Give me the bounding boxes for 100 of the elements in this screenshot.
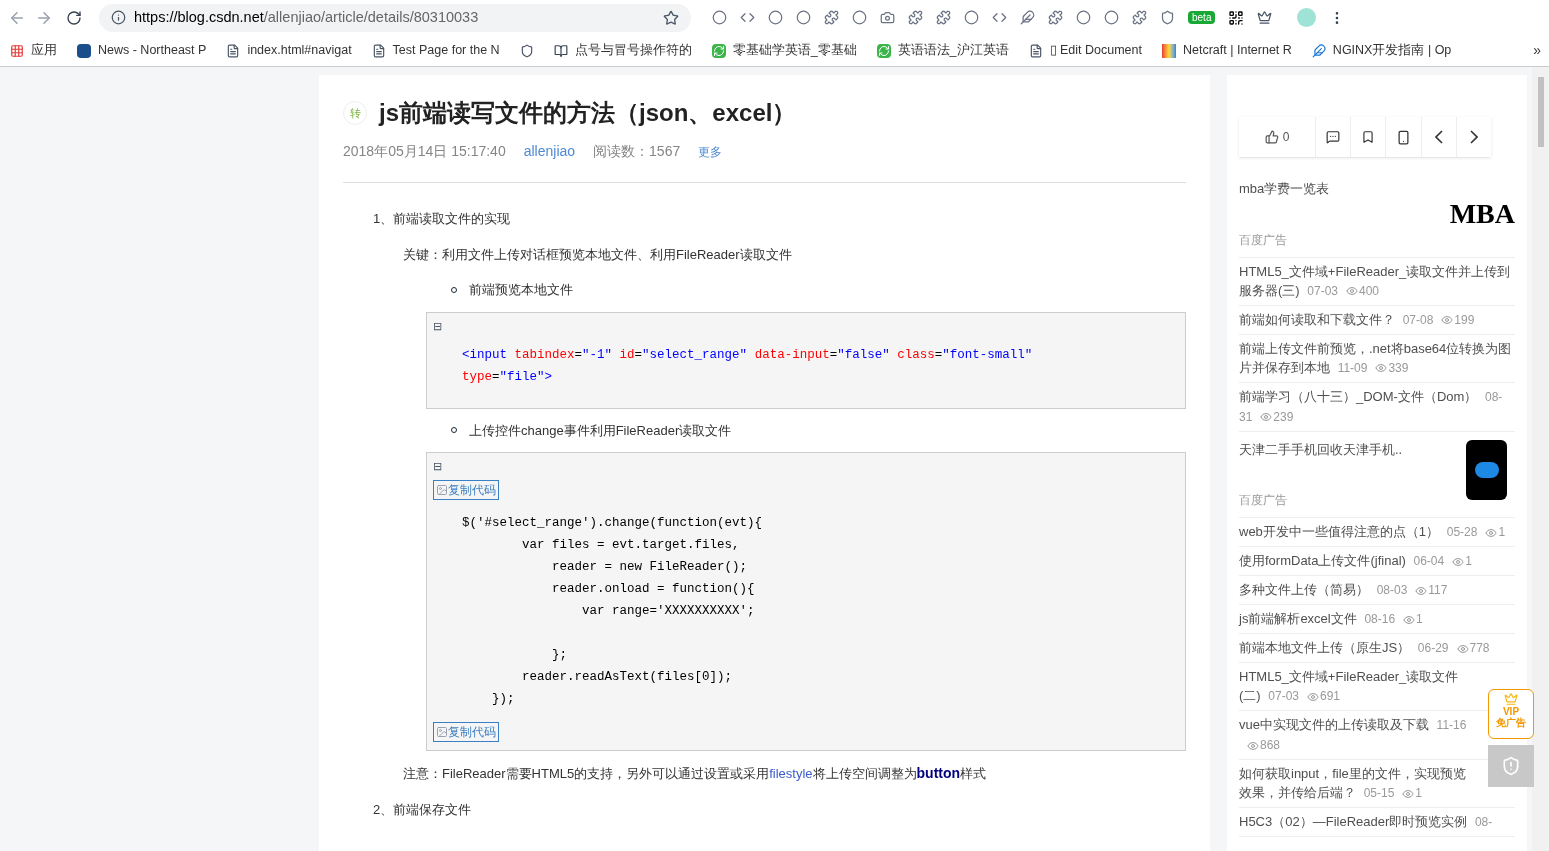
eye-icon	[1307, 690, 1319, 703]
broken-image-icon	[436, 484, 448, 496]
page-icon	[371, 43, 386, 58]
code-line: reader = new FileReader();	[551, 559, 749, 576]
related-article[interactable]: 前端上传文件前预览，.net将base64位转换为图片并保存到本地 11-09 339	[1239, 338, 1515, 378]
related-article[interactable]: HTML5_文件域+FileReader_读取文件并上传到服务器(三) 07-03 400	[1239, 261, 1515, 301]
page-icon	[226, 43, 241, 58]
list-item: 前端预览本地文件	[469, 281, 573, 299]
eye-icon	[1375, 362, 1388, 375]
reload-icon[interactable]	[66, 9, 82, 26]
collapse-toggle[interactable]: ⊟	[433, 461, 442, 472]
related-article[interactable]: web开发中一些值得注意的点（1） 05-28 1	[1239, 522, 1515, 542]
extension-icon[interactable]	[1076, 10, 1091, 25]
related-article[interactable]: 前端学习（八十三）_DOM-文件（Dom） 08-31 239	[1239, 386, 1515, 427]
copy-code-button[interactable]: 复制代码	[433, 480, 499, 500]
related-article[interactable]: js前端解析excel文件 08-16 1	[1239, 609, 1515, 629]
bookmark-item[interactable]: index.html#navigat	[226, 41, 352, 60]
code-line: var files = evt.target.files,	[521, 537, 741, 554]
extension-icon[interactable]	[712, 10, 727, 25]
url-text: https://blog.csdn.net/allenjiao/article/details/80310033	[134, 7, 480, 27]
extension-icon[interactable]	[1132, 10, 1147, 25]
note-paragraph: 注意：FileReader需要HTML5的支持，另外可以通过设置或采用filestyle将上传空间调整为button样式	[403, 764, 988, 783]
code-line: <input tabindex="-1" id="select_range" data-input="false" class="font-small"	[462, 346, 1034, 364]
extension-icon[interactable]	[768, 10, 783, 25]
site-favicon-icon	[1162, 43, 1176, 58]
scrollbar[interactable]	[1532, 67, 1549, 851]
related-article[interactable]: HTML5_文件域+FileReader_读取文件(二) 07-03 691	[1239, 667, 1467, 706]
bookmark-item[interactable]: 零基础学英语_零基础	[711, 41, 857, 60]
extension-icon[interactable]	[852, 10, 867, 25]
page-icon	[1028, 43, 1043, 58]
extension-icon[interactable]	[1257, 10, 1273, 25]
collapse-toggle[interactable]: ⊟	[433, 320, 442, 332]
related-article[interactable]: 使用formData上传文件(jfinal) 06-04 1	[1239, 551, 1515, 571]
paragraph: 关键：利用文件上传对话框预览本地文件、利用FileReader读取文件	[403, 245, 793, 264]
related-article[interactable]: H5C3（02）—FileReader即时预览实例 08-	[1239, 812, 1515, 832]
extension-icon[interactable]	[936, 10, 951, 25]
extension-icon[interactable]	[1048, 10, 1063, 25]
code-line: $('#select_range').change(function(evt){	[462, 515, 764, 532]
extension-icon[interactable]	[1020, 10, 1035, 25]
filestyle-link[interactable]: filestyle	[769, 766, 813, 781]
thumbs-up-icon	[1264, 130, 1279, 144]
bookmark-icon	[1361, 130, 1376, 144]
phone-screen-drawing	[1474, 461, 1499, 478]
author-link[interactable]: allenjiao	[523, 141, 576, 162]
site-favicon-icon	[77, 43, 91, 58]
bookmark-item[interactable]: Netcraft | Internet R	[1162, 41, 1292, 60]
star-icon[interactable]	[663, 9, 679, 26]
eye-icon	[1403, 613, 1416, 626]
ad-title[interactable]: 天津二手手机回收天津手机..	[1239, 439, 1403, 459]
broken-image-icon	[436, 726, 448, 738]
bookmark-item[interactable]: 应用	[10, 41, 57, 60]
more-bookmarks[interactable]: »	[1533, 40, 1541, 61]
bookmark-item[interactable]: ▯ Edit Document	[1028, 41, 1142, 60]
code-line: };	[551, 647, 569, 664]
eye-icon	[1247, 739, 1259, 752]
bookmark-item[interactable]: Test Page for the N	[371, 41, 500, 60]
code-line: reader.readAsText(files[0]);	[521, 669, 734, 686]
ad-title[interactable]: mba学费一览表	[1239, 179, 1330, 199]
related-article[interactable]: 前端本地文件上传（原生JS） 06-29 778	[1239, 638, 1515, 658]
ad-label: 百度广告	[1239, 231, 1288, 249]
related-article[interactable]: vue中实现文件的上传读取及下载 11-16 868	[1239, 715, 1467, 755]
scrollbar-thumb[interactable]	[1537, 77, 1544, 147]
eye-icon	[1456, 642, 1469, 655]
eye-icon	[1415, 584, 1428, 597]
copy-code-button[interactable]: 复制代码	[433, 722, 499, 742]
phone-icon	[1396, 129, 1411, 145]
extension-icon[interactable]	[1160, 10, 1175, 25]
eye-icon	[1452, 555, 1465, 568]
bookmark-item[interactable]: 英语语法_沪江英语	[876, 41, 1009, 60]
eye-icon	[1346, 285, 1358, 298]
apps-grid-icon	[10, 43, 24, 58]
info-icon	[111, 10, 126, 25]
eye-icon	[1441, 314, 1454, 327]
bookmark-item[interactable]: NGINX开发指南 | Op	[1311, 41, 1452, 60]
related-article[interactable]: 如何获取input，file里的文件，实现预览效果，并传给后端？ 05-15 1	[1239, 764, 1467, 803]
bookmark-item[interactable]: 点号与冒号操作符的	[553, 41, 692, 60]
section-heading: 2、前端保存文件	[373, 801, 473, 819]
extension-icon[interactable]	[740, 10, 755, 25]
extension-icon[interactable]	[1104, 10, 1119, 25]
like-button[interactable]: 0	[1239, 117, 1315, 157]
shield-icon	[1501, 756, 1521, 776]
book-icon	[553, 43, 568, 58]
bookmark-item[interactable]: News - Northeast P	[77, 41, 207, 60]
eye-icon	[1485, 526, 1498, 539]
related-article[interactable]: 多种文件上传（简易） 08-03 117	[1239, 580, 1515, 600]
extension-icon[interactable]	[880, 10, 895, 25]
extension-icon[interactable]	[796, 10, 811, 25]
extension-icon[interactable]	[824, 10, 839, 25]
chevron-left-icon	[1434, 130, 1443, 144]
address-bar[interactable]: https://blog.csdn.net/allenjiao/article/details/80310033	[99, 3, 691, 32]
code-line: reader.onload = function(){	[551, 581, 756, 598]
qr-code-icon[interactable]	[1228, 9, 1245, 26]
extension-icon[interactable]	[964, 10, 979, 25]
more-link[interactable]: 更多	[698, 142, 723, 161]
eye-icon	[1260, 411, 1273, 424]
article-title: js前端读写文件的方法（json、excel）	[379, 98, 797, 128]
code-line: var range='XXXXXXXXXX';	[581, 603, 756, 620]
extension-icon[interactable]	[908, 10, 923, 25]
related-article[interactable]: 前端如何读取和下载文件？ 07-08 199	[1239, 309, 1515, 330]
extension-icon[interactable]	[992, 10, 1007, 25]
